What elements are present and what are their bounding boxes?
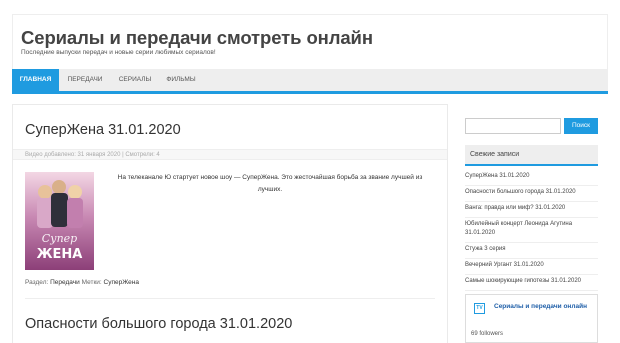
post-meta: Видео добавлено: 31 января 2020 | Смотре… <box>13 149 447 160</box>
post-title[interactable]: СуперЖена 31.01.2020 <box>25 122 181 138</box>
search-input[interactable] <box>465 118 561 134</box>
recent-post-link[interactable]: СуперЖена 31.01.2020 <box>465 170 598 186</box>
nav-item-shows[interactable]: ПЕРЕДАЧИ <box>59 69 111 91</box>
site-header: Сериалы и передачи смотреть онлайн После… <box>12 14 608 69</box>
recent-posts-title: Свежие записи <box>465 145 598 166</box>
followers-count: 69 followers <box>471 331 504 337</box>
recent-post-link[interactable]: Стужа 3 серия <box>465 243 598 259</box>
post-excerpt: На телеканале Ю стартует новое шоу — Суп… <box>117 174 423 193</box>
post-title[interactable]: Опасности большого города 31.01.2020 <box>25 316 292 332</box>
post-meta-text: Видео добавлено: 31 января 2020 | Смотре… <box>25 152 160 158</box>
thumbnail-image: Супер ЖЕНА <box>25 172 94 270</box>
recent-post-link[interactable]: Опасности большого города 31.01.2020 <box>465 186 598 202</box>
nav-item-home[interactable]: ГЛАВНАЯ <box>12 69 59 91</box>
facebook-page-widget: TV Сериалы и передачи онлайн 69 follower… <box>465 294 598 343</box>
recent-post-link[interactable]: Вечерний Ургант 31.01.2020 <box>465 259 598 275</box>
post-divider <box>25 298 435 299</box>
tag-link[interactable]: СуперЖена <box>104 279 139 286</box>
nav-item-movies[interactable]: ФИЛЬМЫ <box>159 69 203 91</box>
recent-post-link[interactable]: Ванга: правда или миф? 31.01.2020 <box>465 202 598 218</box>
thumbnail-caption: ЖЕНА <box>37 247 83 262</box>
sidebar: Поиск Свежие записи СуперЖена 31.01.2020… <box>462 104 608 343</box>
section-label: Раздел: <box>25 279 49 286</box>
facebook-page-title[interactable]: Сериалы и передачи онлайн <box>494 303 587 310</box>
tv-logo-icon[interactable]: TV <box>474 303 485 314</box>
nav-item-series[interactable]: СЕРИАЛЫ <box>111 69 159 91</box>
post-taxonomy: Раздел: Передачи Метки: СуперЖена <box>25 279 139 286</box>
svg-text:Супер: Супер <box>42 232 77 245</box>
main-content: СуперЖена 31.01.2020 Видео добавлено: 31… <box>12 104 448 343</box>
site-title[interactable]: Сериалы и передачи смотреть онлайн <box>21 27 373 49</box>
site-description: Последние выпуски передач и новые серии … <box>21 49 216 56</box>
recent-posts-list: СуперЖена 31.01.2020 Опасности большого … <box>465 170 598 291</box>
recent-post-link[interactable]: Юбилейный концерт Леонида Агутина 31.01.… <box>465 218 598 243</box>
recent-post-link[interactable]: Самые шокирующие гипотезы 31.01.2020 <box>465 275 598 291</box>
section-link[interactable]: Передачи <box>50 279 80 286</box>
main-navigation: ГЛАВНАЯ ПЕРЕДАЧИ СЕРИАЛЫ ФИЛЬМЫ <box>12 69 608 94</box>
search-button[interactable]: Поиск <box>564 118 598 134</box>
post-thumbnail[interactable]: Супер ЖЕНА <box>25 172 94 270</box>
tags-label: Метки: <box>81 279 102 286</box>
